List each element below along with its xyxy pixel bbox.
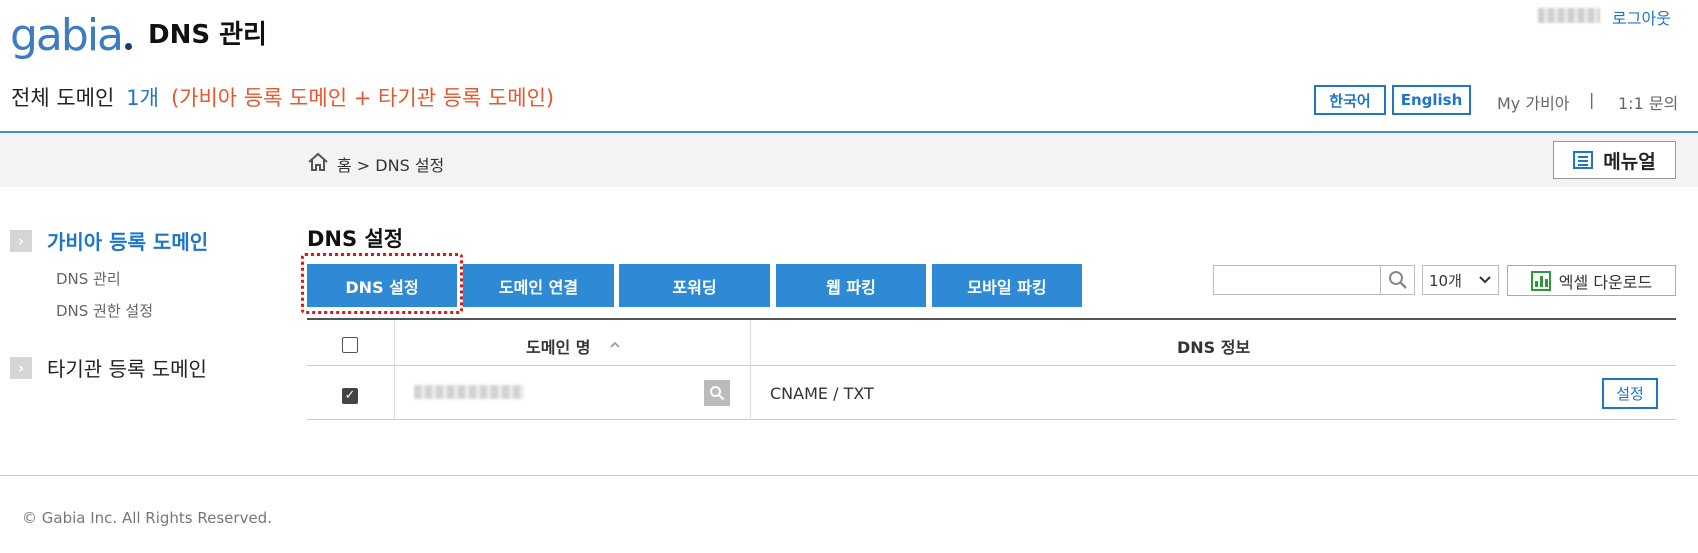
manual-label: 메뉴얼 (1603, 150, 1656, 173)
logout-link[interactable]: 로그아웃 (1612, 5, 1671, 29)
user-name-blurred (1538, 8, 1600, 23)
search-icon (710, 386, 725, 401)
footer-divider (0, 475, 1698, 476)
home-icon[interactable] (307, 151, 329, 173)
lang-korean-button[interactable]: 한국어 (1314, 85, 1386, 115)
chevron-right-icon: › (10, 230, 32, 252)
select-all-checkbox[interactable] (342, 337, 358, 353)
column-header-dns: DNS 정보 (1177, 338, 1251, 357)
table-header-row (307, 320, 1676, 366)
domain-summary-desc: (가비아 등록 도메인 + 타기관 등록 도메인) (170, 86, 555, 110)
settings-button[interactable]: 설정 (1602, 378, 1658, 409)
tab-web-parking[interactable]: 웹 파킹 (776, 264, 926, 307)
annotation-highlight-box (301, 253, 463, 314)
search-input[interactable] (1213, 265, 1381, 295)
document-icon (1573, 151, 1594, 169)
chevron-down-icon (1479, 276, 1491, 284)
chevron-right-icon: › (10, 357, 32, 379)
nav-separator: | (1589, 90, 1595, 109)
sidebar-item-dns-manage[interactable]: DNS 관리 (56, 268, 121, 289)
chevron-up-icon[interactable] (609, 341, 621, 349)
sidebar-item-dns-permission[interactable]: DNS 권한 설정 (56, 300, 153, 321)
gabia-logo[interactable]: gabia (10, 8, 133, 61)
breadcrumb: 홈 > DNS 설정 (337, 156, 445, 175)
domain-summary: 전체 도메인 1개 (가비아 등록 도메인 + 타기관 등록 도메인) (11, 82, 554, 112)
app-title: DNS 관리 (148, 20, 267, 50)
excel-chart-icon (1530, 270, 1551, 291)
search-button[interactable] (1380, 265, 1415, 295)
dns-info-value: CNAME / TXT (770, 384, 874, 403)
excel-download-label: 엑셀 다운로드 (1558, 272, 1653, 292)
breadcrumb-bar (0, 131, 1698, 187)
domain-lookup-button[interactable] (704, 380, 730, 406)
page-size-value: 10개 (1429, 271, 1462, 290)
page-title: DNS 설정 (307, 227, 404, 251)
inquiry-link[interactable]: 1:1 문의 (1618, 90, 1678, 114)
logo-text: gabia (10, 10, 124, 61)
lang-english-button[interactable]: English (1392, 85, 1471, 115)
row-checkbox[interactable]: ✓ (342, 388, 358, 404)
column-header-domain[interactable]: 도메인 명 (526, 334, 590, 358)
tab-forwarding[interactable]: 포워딩 (619, 264, 770, 307)
sidebar-item-other-domain[interactable]: 타기관 등록 도메인 (47, 353, 207, 382)
manual-button[interactable]: 메뉴얼 (1553, 141, 1676, 179)
my-gabia-link[interactable]: My 가비아 (1497, 90, 1570, 114)
tab-domain-connect[interactable]: 도메인 연결 (463, 264, 614, 307)
sidebar-item-gabia-domain[interactable]: 가비아 등록 도메인 (47, 226, 208, 255)
excel-download-button[interactable]: 엑셀 다운로드 (1507, 265, 1676, 296)
domain-name-blurred (414, 385, 524, 399)
domain-summary-label: 전체 도메인 (11, 86, 115, 110)
page-size-select[interactable]: 10개 (1422, 265, 1499, 295)
domain-count: 1개 (126, 86, 159, 110)
copyright: © Gabia Inc. All Rights Reserved. (22, 509, 272, 527)
logo-dot (125, 43, 133, 50)
search-icon (1388, 271, 1407, 289)
tab-mobile-parking[interactable]: 모바일 파킹 (932, 264, 1082, 307)
